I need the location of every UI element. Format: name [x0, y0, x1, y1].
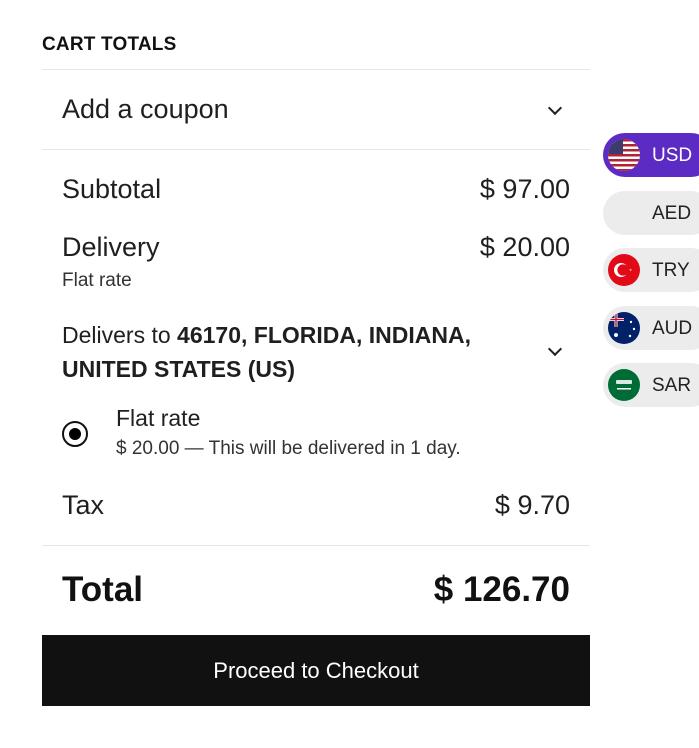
- tax-value: $ 9.70: [494, 490, 570, 520]
- chevron-down-icon[interactable]: [547, 341, 563, 357]
- au-flag-icon: [608, 312, 640, 344]
- currency-aud[interactable]: AUD: [603, 306, 699, 350]
- subtotal-label: Subtotal: [62, 174, 162, 204]
- delivery-method: Flat rate: [62, 270, 132, 291]
- shipping-option-description: $ 20.00 — This will be delivered in 1 da…: [116, 438, 461, 459]
- delivery-value: $ 20.00: [479, 232, 570, 262]
- subtotal-value: $ 97.00: [479, 174, 570, 204]
- tax-label: Tax: [62, 490, 105, 520]
- divider: [42, 149, 590, 150]
- currency-code: AED: [652, 203, 692, 224]
- currency-sar[interactable]: SAR: [603, 363, 699, 407]
- shipping-option-title: Flat rate: [116, 405, 201, 431]
- currency-usd[interactable]: USD: [603, 133, 699, 177]
- coupon-toggle[interactable]: Add a coupon: [42, 70, 590, 149]
- sa-flag-icon: [608, 369, 640, 401]
- currency-code: USD: [652, 145, 693, 166]
- currency-try[interactable]: TRY: [603, 248, 699, 292]
- currency-code: SAR: [652, 375, 692, 396]
- radio-selected-dot: [69, 428, 81, 440]
- delivery-label: Delivery: [62, 232, 160, 262]
- total-label: Total: [62, 570, 144, 609]
- chevron-down-icon: [547, 100, 563, 116]
- coupon-label: Add a coupon: [62, 94, 229, 124]
- currency-code: AUD: [652, 318, 693, 339]
- currency-code: TRY: [652, 260, 690, 281]
- proceed-to-checkout-button[interactable]: Proceed to Checkout: [42, 635, 590, 706]
- delivers-to-prefix: Delivers to: [62, 322, 178, 348]
- tr-flag-icon: [608, 254, 640, 286]
- shipping-address-toggle[interactable]: Delivers to 46170, FLORIDA, INDIANA, UNI…: [62, 318, 502, 386]
- currency-aed[interactable]: AED: [603, 191, 699, 235]
- us-flag-icon: [608, 139, 640, 171]
- cart-totals-heading: CART TOTALS: [42, 34, 177, 55]
- total-value: $ 126.70: [433, 570, 570, 609]
- divider: [42, 545, 590, 546]
- shipping-option-radio[interactable]: [62, 421, 88, 447]
